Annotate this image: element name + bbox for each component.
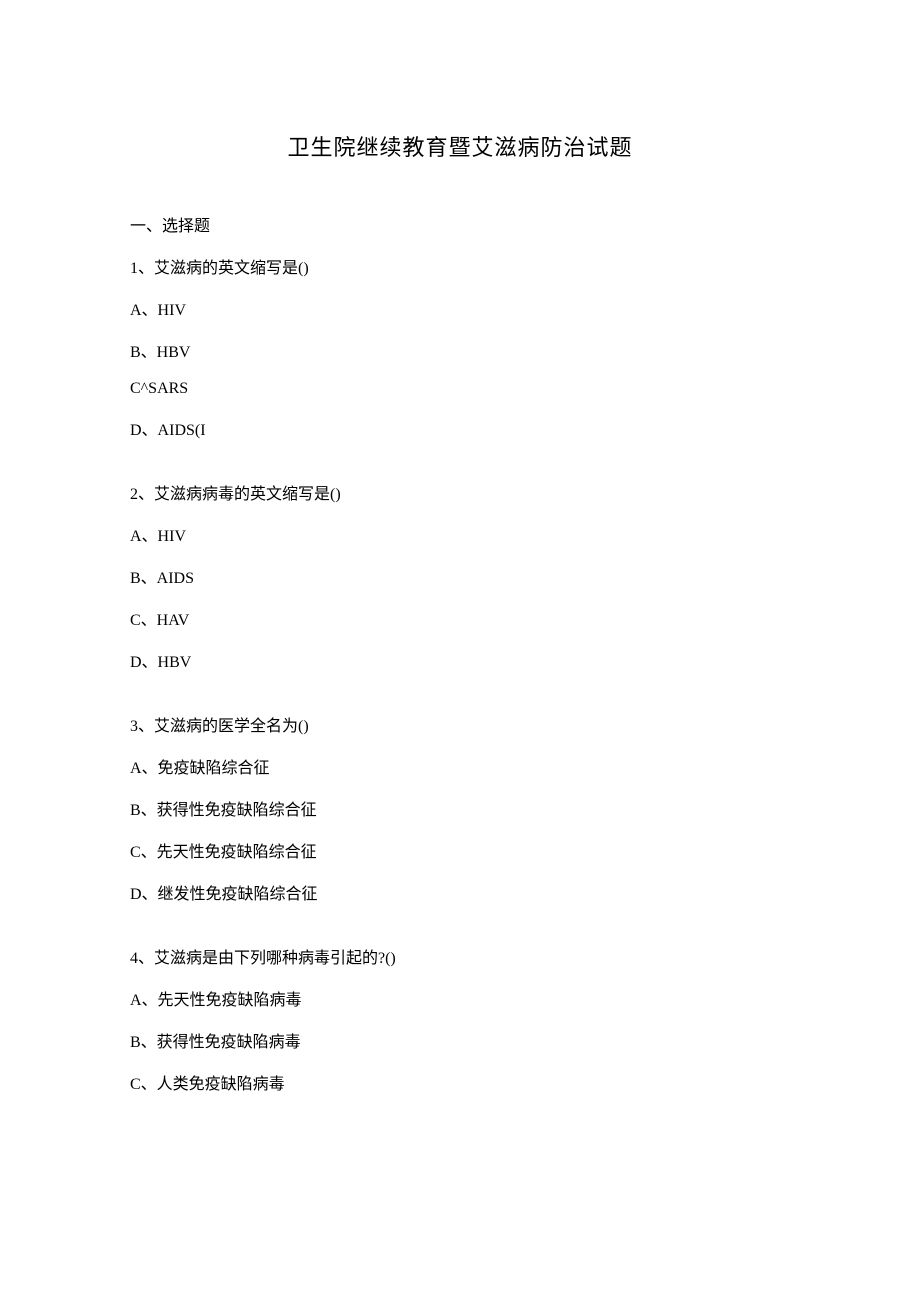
option-b: B、AIDS	[130, 564, 790, 588]
question-4: 4、艾滋病是由下列哪种病毒引起的?() A、先天性免疫缺陷病毒 B、获得性免疫缺…	[130, 944, 790, 1094]
option-c: C、先天性免疫缺陷综合征	[130, 838, 790, 862]
option-b: B、获得性免疫缺陷综合征	[130, 796, 790, 820]
option-c: C、HAV	[130, 606, 790, 630]
option-d: D、HBV	[130, 648, 790, 672]
document-title: 卫生院继续教育暨艾滋病防治试题	[130, 130, 790, 162]
option-a: A、HIV	[130, 296, 790, 320]
question-text: 2、艾滋病病毒的英文缩写是()	[130, 480, 790, 504]
question-text: 3、艾滋病的医学全名为()	[130, 712, 790, 736]
question-text: 1、艾滋病的英文缩写是()	[130, 254, 790, 278]
option-d: D、继发性免疫缺陷综合征	[130, 880, 790, 904]
option-c: C、人类免疫缺陷病毒	[130, 1070, 790, 1094]
section-header: 一、选择题	[130, 212, 790, 236]
question-3: 3、艾滋病的医学全名为() A、免疫缺陷综合征 B、获得性免疫缺陷综合征 C、先…	[130, 712, 790, 904]
option-b: B、HBV	[130, 338, 790, 362]
option-b: B、获得性免疫缺陷病毒	[130, 1028, 790, 1052]
option-a: A、HIV	[130, 522, 790, 546]
question-2: 2、艾滋病病毒的英文缩写是() A、HIV B、AIDS C、HAV D、HBV	[130, 480, 790, 672]
option-d: D、AIDS(I	[130, 416, 790, 440]
option-c: C^SARS	[130, 380, 790, 398]
question-1: 1、艾滋病的英文缩写是() A、HIV B、HBV C^SARS D、AIDS(…	[130, 254, 790, 440]
question-text: 4、艾滋病是由下列哪种病毒引起的?()	[130, 944, 790, 968]
option-a: A、先天性免疫缺陷病毒	[130, 986, 790, 1010]
option-a: A、免疫缺陷综合征	[130, 754, 790, 778]
